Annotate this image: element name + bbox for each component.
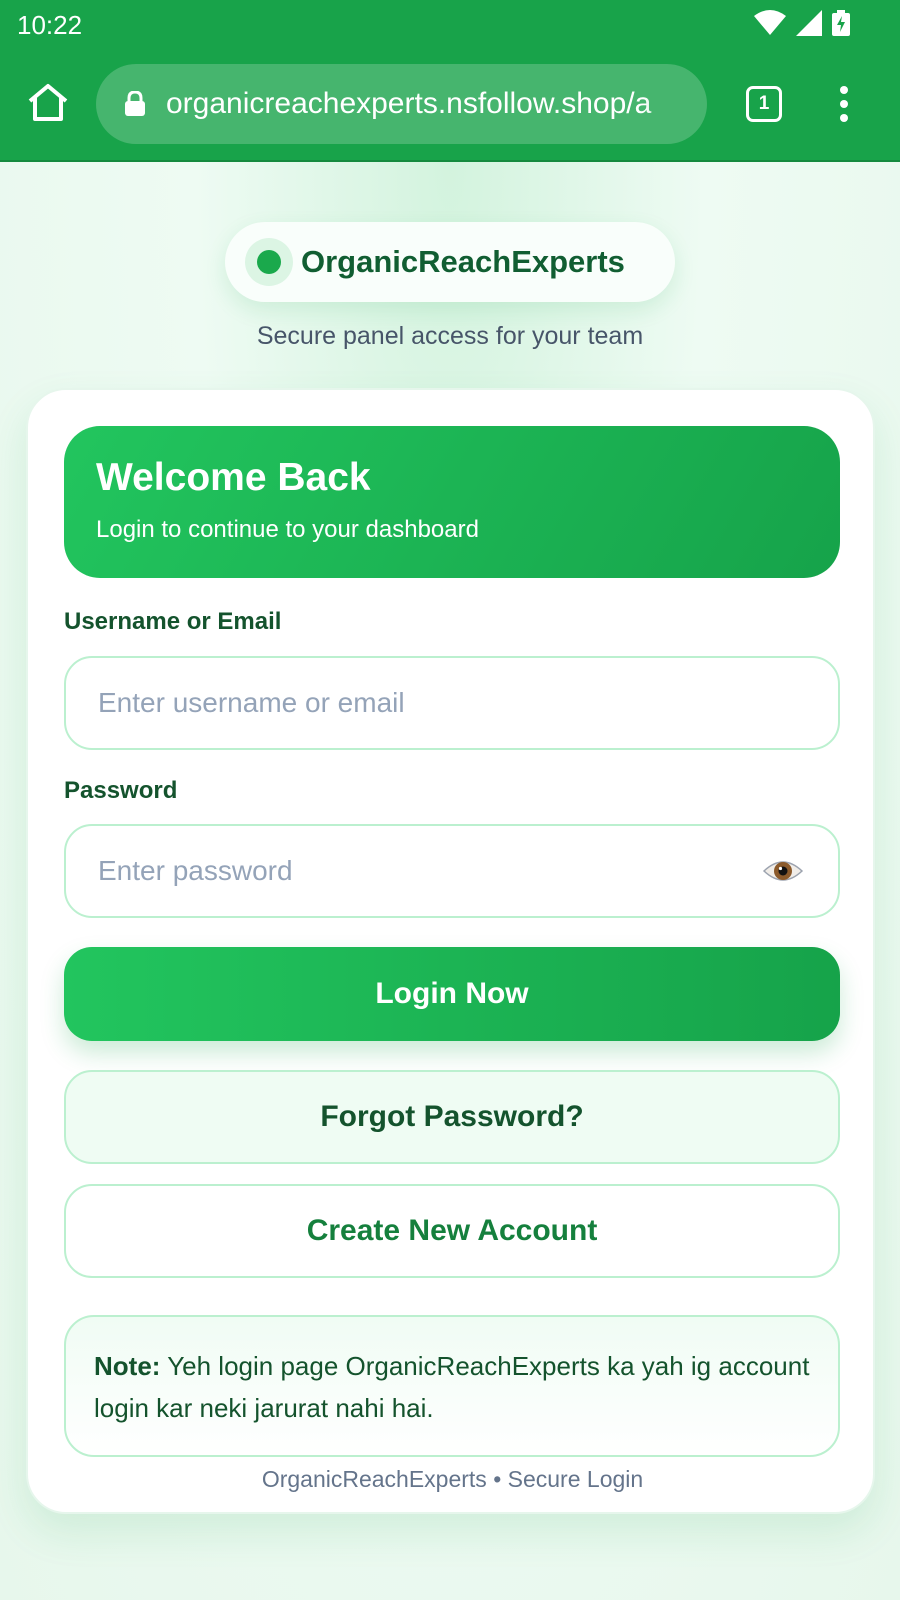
welcome-banner: Welcome Back Login to continue to your d… <box>64 426 840 578</box>
username-field[interactable] <box>64 656 840 750</box>
footer-text: OrganicReachExperts • Secure Login <box>261 1466 644 1492</box>
status-icons <box>754 10 850 36</box>
home-icon[interactable] <box>26 81 70 125</box>
login-card: Welcome Back Login to continue to your d… <box>26 388 875 1514</box>
brand-badge: OrganicReachExperts <box>225 222 675 302</box>
wifi-icon <box>754 10 786 35</box>
status-dot-icon <box>245 238 293 286</box>
forgot-password-button[interactable]: Forgot Password? <box>64 1070 840 1164</box>
welcome-subtitle: Login to continue to your dashboard <box>96 516 479 543</box>
page-content: OrganicReachExperts Secure panel access … <box>0 162 900 1600</box>
brand-name: OrganicReachExperts <box>301 244 625 279</box>
signal-icon <box>796 10 822 36</box>
password-label: Password <box>64 777 178 804</box>
eye-icon[interactable] <box>762 853 804 889</box>
lock-icon <box>125 91 145 116</box>
note-box: Note: Yeh login page OrganicReachExperts… <box>64 1315 840 1457</box>
password-input[interactable] <box>98 826 738 915</box>
browser-toolbar: organicreachexperts.nsfollow.shop/a 1 <box>0 50 900 162</box>
note-label: Note: <box>94 1351 161 1381</box>
more-vert-icon[interactable] <box>830 84 858 124</box>
brand-tagline: Secure panel access for your team <box>256 322 644 350</box>
status-bar: 10:22 <box>0 0 900 50</box>
welcome-title: Welcome Back <box>96 456 371 499</box>
username-label: Username or Email <box>64 608 282 635</box>
url-text[interactable]: organicreachexperts.nsfollow.shop/a <box>166 87 686 121</box>
battery-charging-icon <box>832 10 850 36</box>
username-input[interactable] <box>98 658 738 747</box>
status-time: 10:22 <box>17 10 83 40</box>
create-account-button[interactable]: Create New Account <box>64 1184 840 1278</box>
note-text: Yeh login page OrganicReachExperts ka ya… <box>94 1351 810 1423</box>
url-bar[interactable]: organicreachexperts.nsfollow.shop/a <box>96 64 707 144</box>
tabs-button[interactable]: 1 <box>746 86 782 122</box>
password-field[interactable] <box>64 824 840 918</box>
login-button[interactable]: Login Now <box>64 947 840 1041</box>
